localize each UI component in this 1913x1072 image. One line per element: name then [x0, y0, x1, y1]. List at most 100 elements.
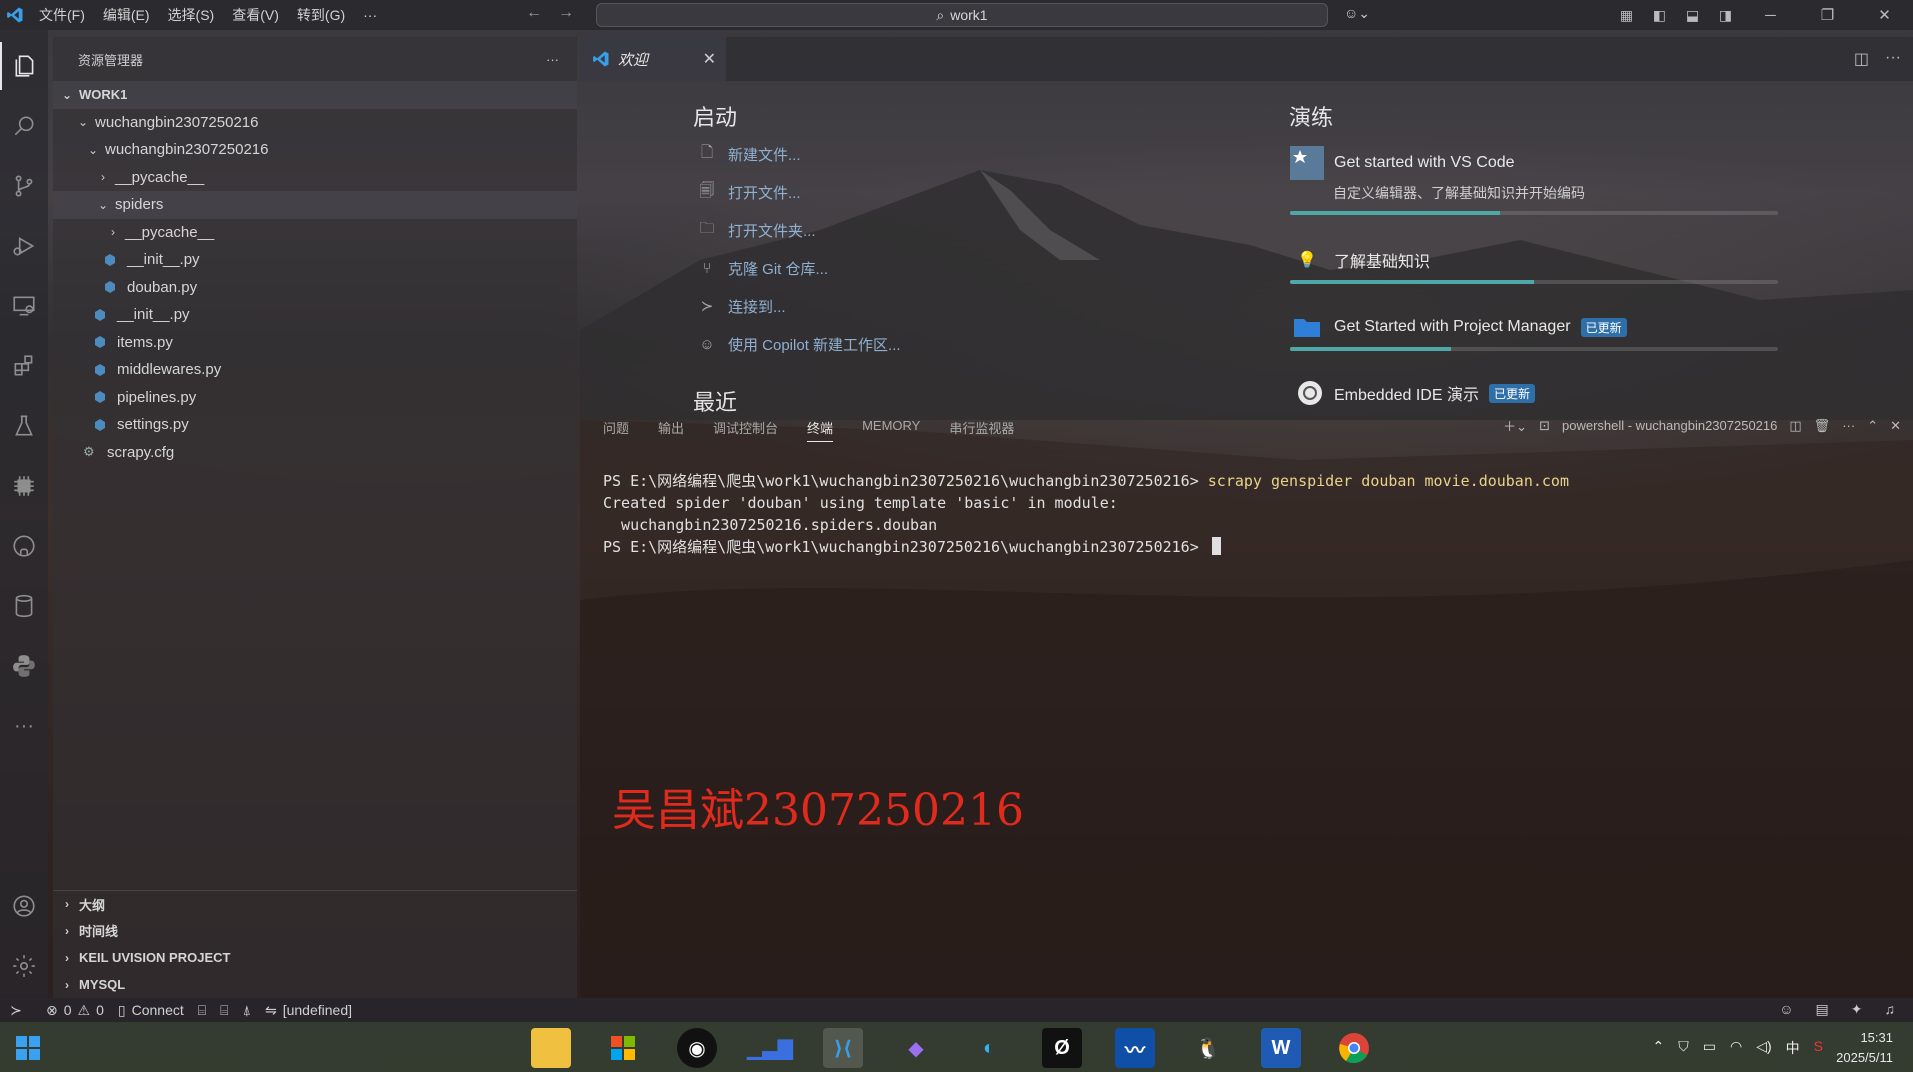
walkthrough-project-manager[interactable]: Get Started with Project Manager 已更新 [1290, 315, 1778, 351]
tab-memory[interactable]: MEMORY [862, 418, 920, 442]
terminal-app-icon[interactable]: Ø [1042, 1028, 1082, 1068]
bar-chart-app-icon[interactable]: ▁▃▇ [747, 1028, 793, 1068]
tree-item-douban[interactable]: douban.py [53, 274, 577, 302]
explorer-icon[interactable] [0, 42, 48, 90]
qq-icon[interactable]: 🐧 [1188, 1028, 1228, 1068]
settings-gear-icon[interactable] [0, 942, 48, 990]
new-file-link[interactable]: 🗋 新建文件... [696, 143, 801, 165]
chip-icon[interactable] [0, 462, 48, 510]
menu-selection[interactable]: 选择(S) [159, 5, 224, 25]
tree-item-project-root[interactable]: ⌄ wuchangbin2307250216 [53, 109, 577, 137]
chrome-icon[interactable] [1334, 1028, 1374, 1068]
workspace-header[interactable]: ⌄ WORK1 [53, 81, 577, 109]
source-control-icon[interactable] [0, 162, 48, 210]
walkthrough-embedded-ide[interactable]: Embedded IDE 演示 已更新 [1290, 379, 1778, 407]
section-mysql[interactable]: › MYSQL [53, 971, 577, 998]
terminal-output[interactable]: PS E:\网络编程\爬虫\work1\wuchangbin2307250216… [603, 470, 1569, 558]
wifi-icon[interactable]: ◠ [1730, 1038, 1742, 1058]
stock-chart-app-icon[interactable]: 〰 [1115, 1028, 1155, 1068]
section-outline[interactable]: › 大纲 [53, 890, 577, 917]
windows-start-icon[interactable] [8, 1028, 48, 1068]
tree-item-pycache[interactable]: › __pycache__ [53, 164, 577, 192]
chevron-up-icon[interactable]: ⌃ [1653, 1038, 1665, 1058]
tree-item-project-package[interactable]: ⌄ wuchangbin2307250216 [53, 136, 577, 164]
more-views-icon[interactable]: ··· [0, 702, 48, 750]
volume-icon[interactable]: ◁) [1756, 1038, 1771, 1058]
copilot-icon[interactable]: ☺ [1779, 1001, 1793, 1018]
tree-item-init[interactable]: __init__.py [53, 301, 577, 329]
input-method-indicator[interactable]: 中 [1786, 1038, 1800, 1058]
explorer-more-button[interactable]: ··· [546, 52, 559, 67]
build-icon[interactable]: ⌸ [198, 1002, 206, 1019]
open-folder-link[interactable]: 🗀 打开文件夹... [696, 219, 815, 241]
panel-more-icon[interactable]: ··· [1842, 418, 1855, 433]
word-icon[interactable]: W [1261, 1028, 1301, 1068]
debug-icon[interactable]: ⍋ [243, 1002, 251, 1019]
menu-more[interactable]: ··· [354, 7, 386, 23]
accounts-icon[interactable] [0, 882, 48, 930]
new-terminal-icon[interactable]: ＋⌄ [1503, 416, 1527, 435]
toggle-panel-icon[interactable]: ⬓ [1676, 0, 1709, 30]
close-tab-icon[interactable]: ✕ [703, 49, 716, 69]
close-panel-icon[interactable]: ✕ [1890, 418, 1901, 434]
tree-item-spiders-pycache[interactable]: › __pycache__ [53, 219, 577, 247]
tree-item-scrapy-cfg[interactable]: ⚙ scrapy.cfg [53, 439, 577, 467]
editor-more-icon[interactable]: ··· [1885, 49, 1901, 69]
command-center-search[interactable]: ⌕ work1 [596, 3, 1328, 27]
tab-serial-monitor[interactable]: 串行监视器 [949, 418, 1014, 442]
extensions-icon[interactable] [0, 342, 48, 390]
toggle-secondary-sidebar-icon[interactable]: ◨ [1709, 0, 1742, 30]
flash-icon[interactable]: ⌸ [220, 1002, 228, 1019]
bell-icon[interactable]: ♫ [1885, 1001, 1896, 1018]
tree-item-items[interactable]: items.py [53, 329, 577, 357]
battery-icon[interactable]: ▭ [1703, 1038, 1716, 1058]
forward-arrow-icon[interactable]: → [558, 4, 574, 22]
tree-item-spiders-init[interactable]: __init__.py [53, 246, 577, 274]
github-icon[interactable] [0, 522, 48, 570]
walkthrough-basics[interactable]: 💡 了解基础知识 [1290, 248, 1778, 284]
terminal-shell-label[interactable]: powershell - wuchangbin2307250216 [1562, 418, 1777, 433]
close-window-button[interactable]: ✕ [1856, 0, 1913, 30]
tree-item-pipelines[interactable]: pipelines.py [53, 384, 577, 412]
menu-edit[interactable]: 编辑(E) [94, 5, 159, 25]
split-terminal-icon[interactable]: ◫ [1789, 418, 1801, 434]
system-clock[interactable]: 15:31 2025/5/11 [1836, 1028, 1893, 1068]
tab-output[interactable]: 输出 [658, 418, 684, 442]
menu-view[interactable]: 查看(V) [223, 5, 288, 25]
toggle-sidebar-icon[interactable]: ◧ [1643, 0, 1676, 30]
customize-layout-icon[interactable]: ▦ [1610, 0, 1643, 30]
visual-studio-icon[interactable]: ◆ [896, 1028, 936, 1068]
split-editor-icon[interactable]: ◫ [1854, 49, 1869, 69]
minimize-button[interactable]: ─ [1742, 0, 1799, 30]
github-desktop-icon[interactable]: ◉ [677, 1028, 717, 1068]
sparkle-icon[interactable]: ✦ [1851, 1001, 1863, 1018]
open-file-link[interactable]: 🗐 打开文件... [696, 181, 801, 203]
database-icon[interactable] [0, 582, 48, 630]
run-debug-icon[interactable] [0, 222, 48, 270]
copilot-workspace-link[interactable]: ☺ 使用 Copilot 新建工作区... [696, 333, 900, 355]
trash-icon[interactable]: 🗑 [1814, 418, 1831, 434]
section-keil-uvision[interactable]: › KEIL UVISION PROJECT [53, 944, 577, 971]
connect-status[interactable]: ▯ Connect [118, 1002, 184, 1019]
walkthrough-vscode[interactable]: Get started with VS Code 自定义编辑器、了解基础知识并开… [1290, 146, 1778, 215]
menu-file[interactable]: 文件(F) [30, 5, 94, 25]
remote-indicator-icon[interactable]: ≻ [0, 998, 32, 1022]
vscode-taskbar-icon[interactable]: ⟩⟨ [823, 1028, 863, 1068]
section-timeline[interactable]: › 时间线 [53, 917, 577, 944]
edge-browser-icon[interactable]: ◐ [969, 1028, 1009, 1068]
shield-icon[interactable]: ⛉ [1678, 1038, 1689, 1058]
sogou-input-icon[interactable]: S [1814, 1038, 1823, 1058]
tree-item-settings[interactable]: settings.py [53, 411, 577, 439]
tab-welcome[interactable]: 欢迎 ✕ [580, 37, 726, 81]
back-arrow-icon[interactable]: ← [526, 4, 542, 22]
maximize-panel-icon[interactable]: ⌃ [1867, 418, 1878, 434]
microsoft-store-icon[interactable] [603, 1028, 643, 1068]
serial-port-status[interactable]: ⇋ [undefined] [265, 1002, 352, 1019]
file-explorer-icon[interactable] [531, 1028, 571, 1068]
restore-button[interactable]: ❐ [1799, 0, 1856, 30]
python-icon[interactable] [0, 642, 48, 690]
menu-go[interactable]: 转到(G) [288, 5, 354, 25]
connect-to-link[interactable]: ≻ 连接到... [696, 295, 786, 317]
clone-git-link[interactable]: ⑂ 克隆 Git 仓库... [696, 257, 828, 279]
remote-explorer-icon[interactable] [0, 282, 48, 330]
